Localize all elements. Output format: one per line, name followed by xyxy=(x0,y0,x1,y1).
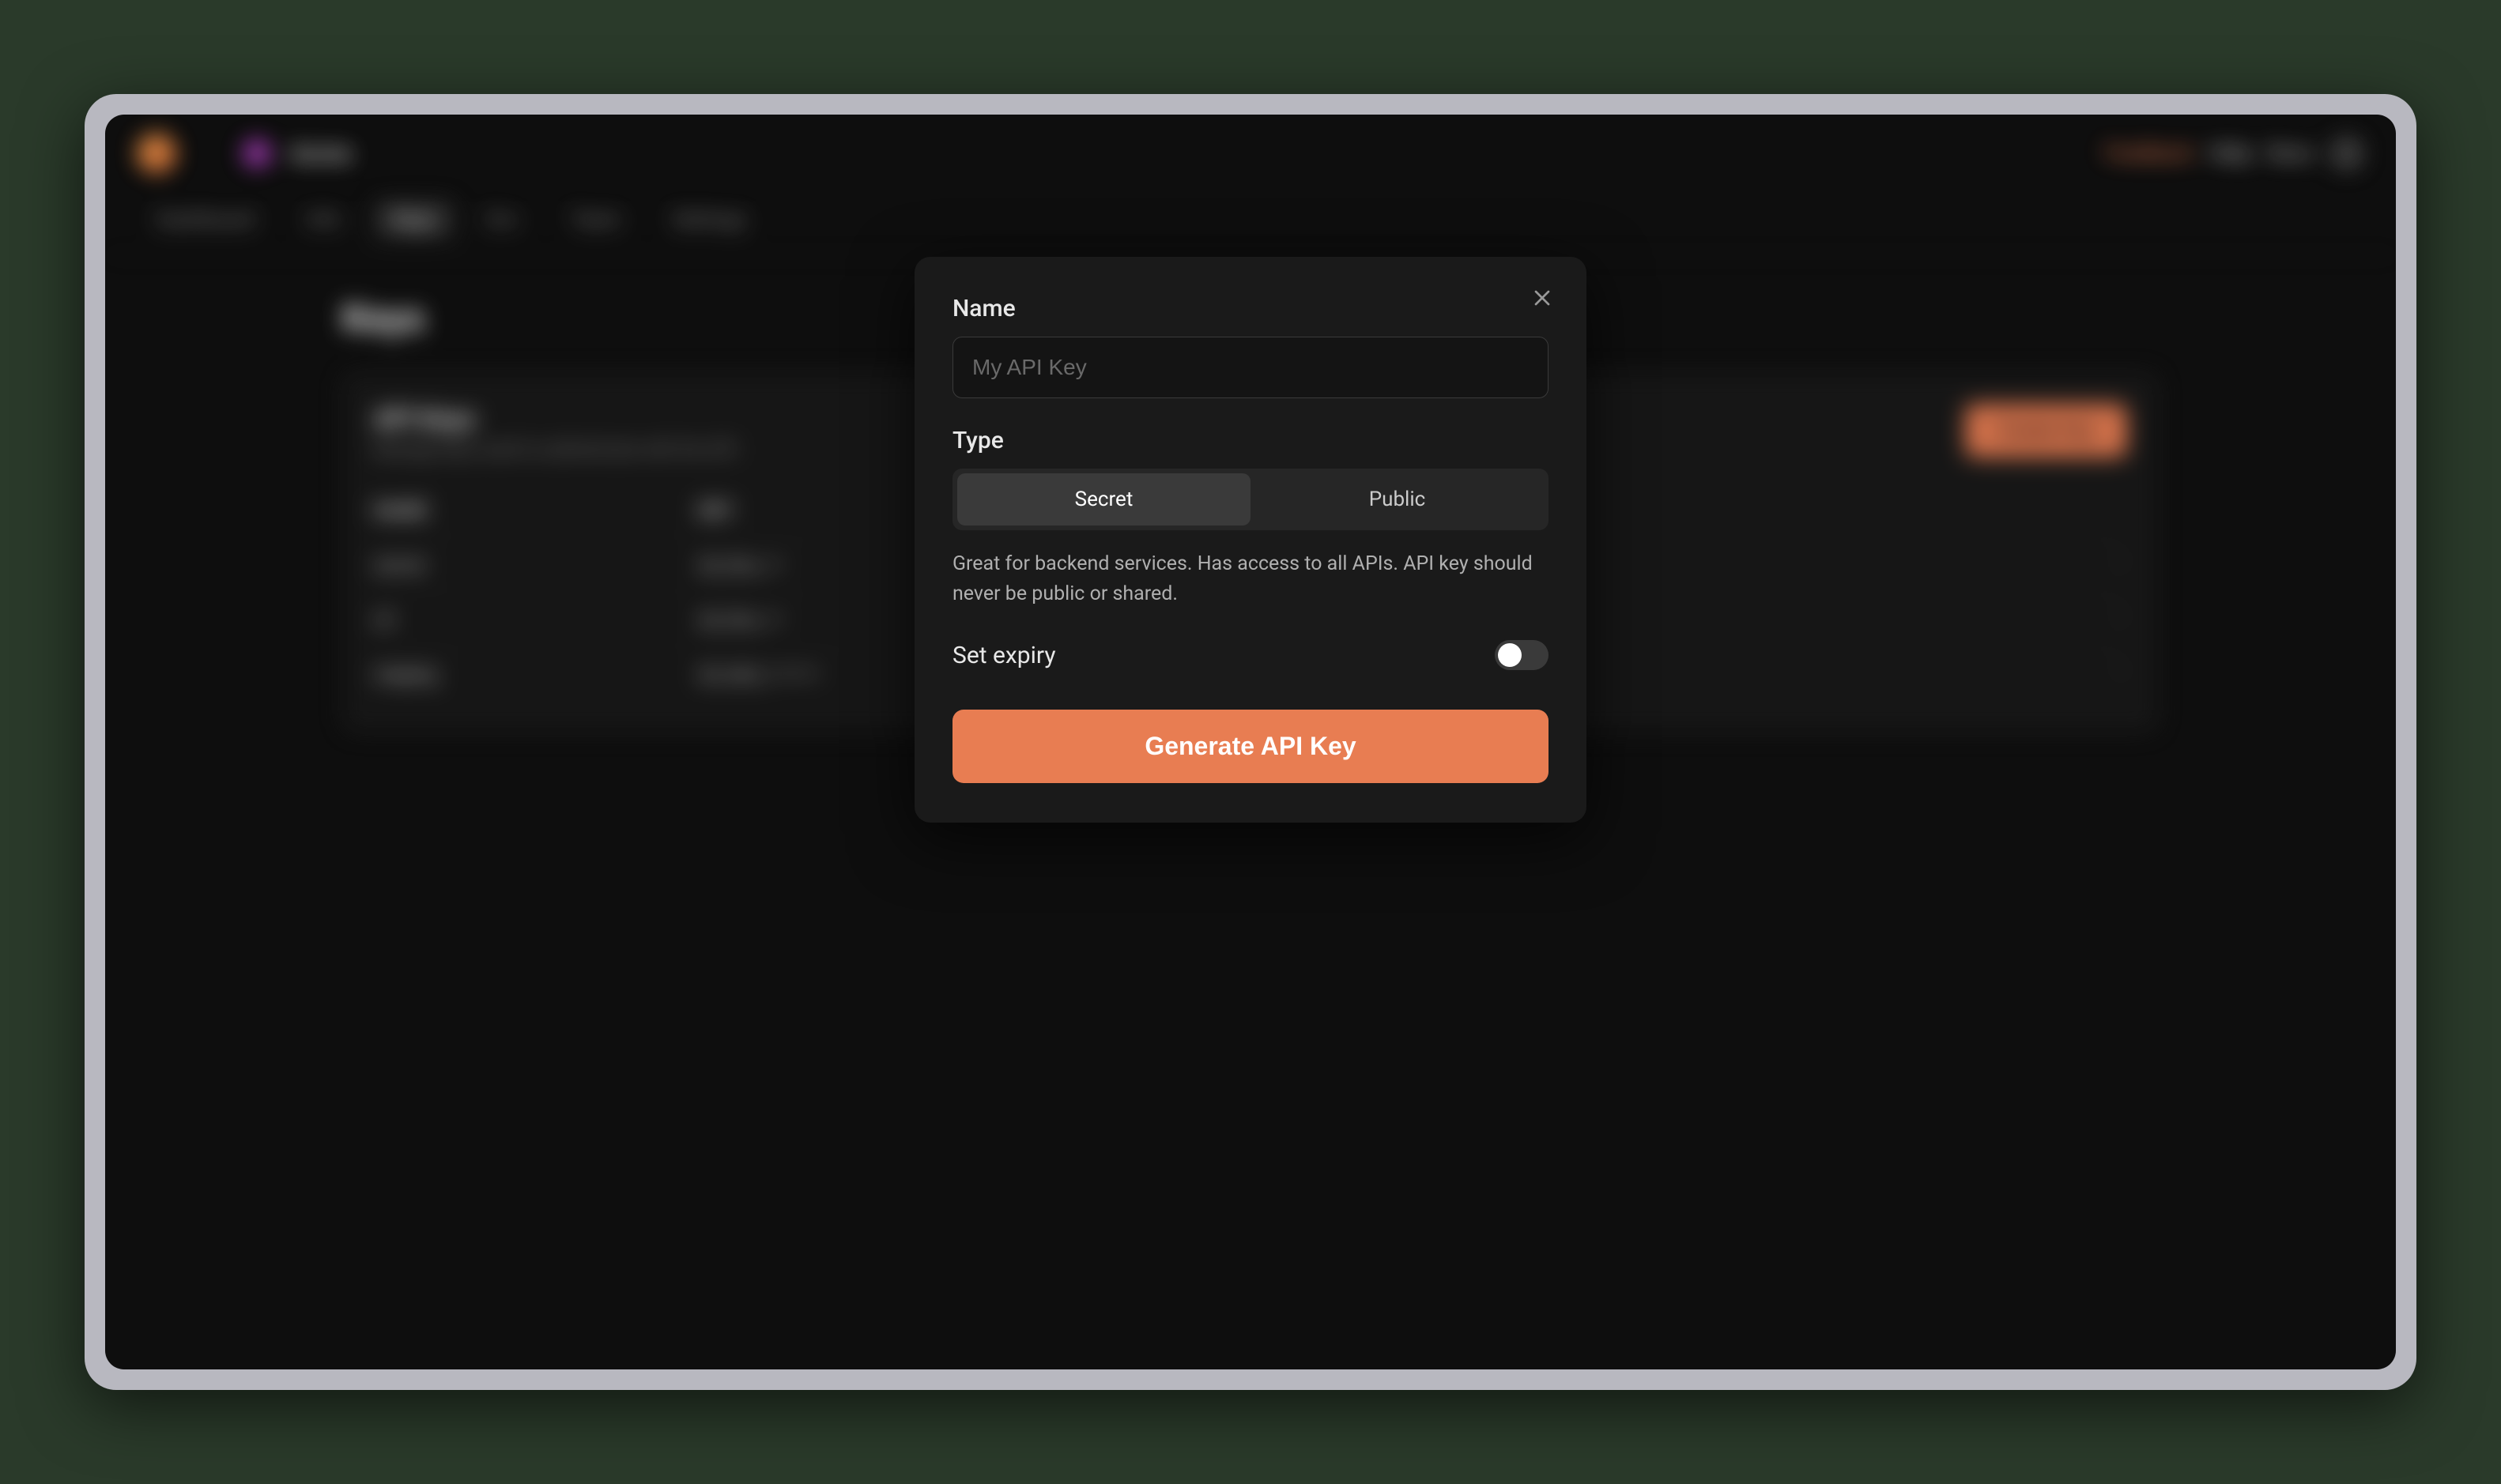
close-icon[interactable] xyxy=(1530,285,1555,311)
type-option-secret[interactable]: Secret xyxy=(957,473,1250,525)
expiry-label: Set expiry xyxy=(952,642,1056,669)
generate-key-button[interactable]: Generate API Key xyxy=(952,710,1549,783)
modal-overlay: Name Type Secret Public Great for backen… xyxy=(105,115,2396,1369)
expiry-toggle[interactable] xyxy=(1495,640,1549,670)
type-segment: Secret Public xyxy=(952,469,1549,530)
type-help-text: Great for backend services. Has access t… xyxy=(952,549,1549,608)
type-label: Type xyxy=(952,427,1549,454)
name-input[interactable] xyxy=(952,337,1549,398)
type-option-public[interactable]: Public xyxy=(1250,473,1544,525)
name-label: Name xyxy=(952,295,1549,322)
app-window: Acme Feedback Help Docs Dashboard Info K… xyxy=(105,115,2396,1369)
toggle-knob-icon xyxy=(1498,643,1522,667)
generate-key-modal: Name Type Secret Public Great for backen… xyxy=(915,257,1586,823)
expiry-row: Set expiry xyxy=(952,640,1549,670)
